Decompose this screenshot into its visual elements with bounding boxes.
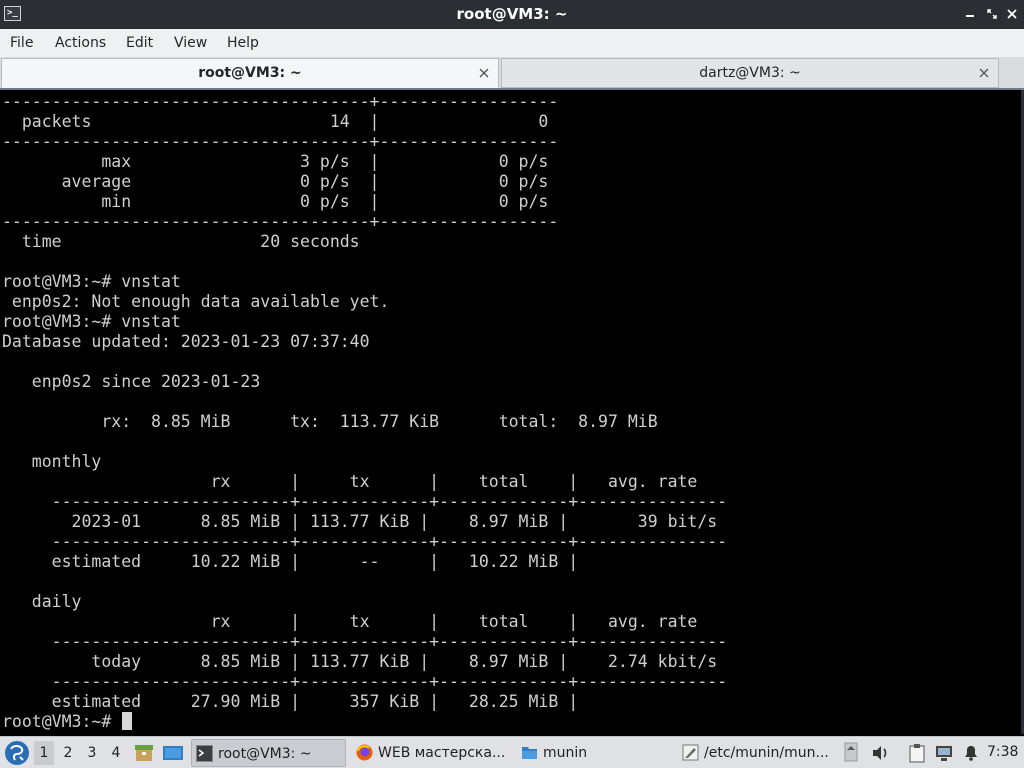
bell-icon[interactable] bbox=[961, 743, 981, 763]
menu-edit[interactable]: Edit bbox=[126, 29, 153, 57]
tab-close-icon[interactable] bbox=[478, 67, 490, 79]
terminal-icon[interactable]: >_ bbox=[4, 6, 21, 21]
terminal-line: enp0s2 since 2023-01-23 bbox=[2, 372, 261, 391]
task-terminal[interactable]: root@VM3: ~ bbox=[191, 739, 346, 767]
maximize-button[interactable] bbox=[983, 5, 1001, 23]
network-icon[interactable] bbox=[934, 743, 954, 763]
terminal-line: rx | tx | total | avg. rate bbox=[2, 472, 698, 491]
close-button[interactable] bbox=[1003, 5, 1021, 23]
window-titlebar[interactable]: >_ root@VM3: ~ bbox=[0, 0, 1024, 29]
terminal-line: ------------------------+-------------+-… bbox=[2, 492, 728, 511]
terminal-line: packets 14 | 0 bbox=[2, 112, 549, 131]
terminal-line: root@VM3:~# bbox=[2, 712, 122, 731]
maximize-icon bbox=[987, 9, 997, 19]
workspace-3[interactable]: 3 bbox=[82, 741, 102, 765]
terminal-line: min 0 p/s | 0 p/s bbox=[2, 192, 549, 211]
terminal-icon bbox=[196, 745, 213, 762]
menu-file[interactable]: File bbox=[10, 29, 33, 57]
menu-actions[interactable]: Actions bbox=[55, 29, 106, 57]
terminal-line: ------------------------+-------------+-… bbox=[2, 532, 728, 551]
close-icon bbox=[1007, 9, 1017, 19]
terminal-line: rx | tx | total | avg. rate bbox=[2, 612, 698, 631]
task-label: WEB мастерска... bbox=[378, 745, 506, 761]
workspace-2[interactable]: 2 bbox=[58, 741, 78, 765]
task-firefox[interactable]: WEB мастерска... bbox=[352, 739, 512, 767]
window-title: root@VM3: ~ bbox=[456, 5, 568, 23]
tab-bar: root@VM3: ~ dartz@VM3: ~ bbox=[0, 57, 1024, 89]
workspace-4[interactable]: 4 bbox=[106, 741, 126, 765]
terminal-line: Database updated: 2023-01-23 07:37:40 bbox=[2, 332, 370, 351]
task-label: /etc/munin/mun... bbox=[704, 745, 829, 761]
terminal-line: root@VM3:~# vnstat bbox=[2, 312, 181, 331]
terminal-line: max 3 p/s | 0 p/s bbox=[2, 152, 549, 171]
terminal-line: root@VM3:~# vnstat bbox=[2, 272, 181, 291]
terminal-output[interactable]: -------------------------------------+--… bbox=[0, 90, 1021, 734]
task-text-editor[interactable]: /etc/munin/mun... bbox=[678, 739, 838, 767]
terminal-line: time 20 seconds bbox=[2, 232, 360, 251]
terminal-line: today 8.85 MiB | 113.77 KiB | 8.97 MiB |… bbox=[2, 652, 718, 671]
menu-bar: File Actions Edit View Help bbox=[0, 29, 1024, 58]
terminal-line: -------------------------------------+--… bbox=[2, 212, 559, 231]
tab-dartz[interactable]: dartz@VM3: ~ bbox=[501, 58, 999, 88]
terminal-line: daily bbox=[2, 592, 82, 611]
taskbar: 1 2 3 4 root@VM3: ~ WEB мастерска... mun… bbox=[0, 736, 1024, 768]
workspace-1[interactable]: 1 bbox=[34, 741, 54, 765]
minimize-button[interactable] bbox=[961, 5, 979, 23]
terminal-line: average 0 p/s | 0 p/s bbox=[2, 172, 549, 191]
volume-icon[interactable] bbox=[870, 743, 890, 763]
terminal-line: rx: 8.85 MiB tx: 113.77 KiB total: 8.97 … bbox=[2, 412, 658, 431]
clock[interactable]: 7:38 bbox=[987, 737, 1018, 768]
terminal-line: enp0s2: Not enough data available yet. bbox=[2, 292, 390, 311]
menu-help[interactable]: Help bbox=[227, 29, 259, 57]
show-desktop-icon[interactable] bbox=[162, 744, 184, 762]
terminal-line: estimated 10.22 MiB | -- | 10.22 MiB | bbox=[2, 552, 579, 571]
tab-label: dartz@VM3: ~ bbox=[699, 65, 801, 81]
task-label: munin bbox=[543, 745, 588, 761]
tab-label: root@VM3: ~ bbox=[198, 65, 302, 81]
tab-root[interactable]: root@VM3: ~ bbox=[1, 58, 499, 88]
task-label: root@VM3: ~ bbox=[218, 746, 312, 762]
tab-close-icon[interactable] bbox=[978, 67, 990, 79]
text-editor-icon bbox=[682, 744, 699, 761]
terminal-text: -------------------------------------+--… bbox=[2, 92, 727, 732]
menu-view[interactable]: View bbox=[174, 29, 207, 57]
folder-icon bbox=[522, 747, 537, 759]
firefox-icon bbox=[356, 744, 373, 761]
terminal-line: -------------------------------------+--… bbox=[2, 92, 559, 111]
terminal-line: ------------------------+-------------+-… bbox=[2, 632, 728, 651]
terminal-line: -------------------------------------+--… bbox=[2, 132, 559, 151]
start-menu-icon[interactable] bbox=[4, 740, 30, 766]
terminal-line: estimated 27.90 MiB | 357 KiB | 28.25 Mi… bbox=[2, 692, 579, 711]
text-cursor bbox=[122, 712, 132, 730]
task-file-manager[interactable]: munin bbox=[517, 739, 672, 767]
scroll-indicator-icon[interactable] bbox=[844, 742, 858, 762]
archive-manager-icon[interactable] bbox=[134, 744, 154, 762]
terminal-line: 2023-01 8.85 MiB | 113.77 KiB | 8.97 MiB… bbox=[2, 512, 718, 531]
terminal-line: monthly bbox=[2, 452, 102, 471]
clipboard-icon[interactable] bbox=[907, 743, 927, 763]
terminal-line: ------------------------+-------------+-… bbox=[2, 672, 728, 691]
